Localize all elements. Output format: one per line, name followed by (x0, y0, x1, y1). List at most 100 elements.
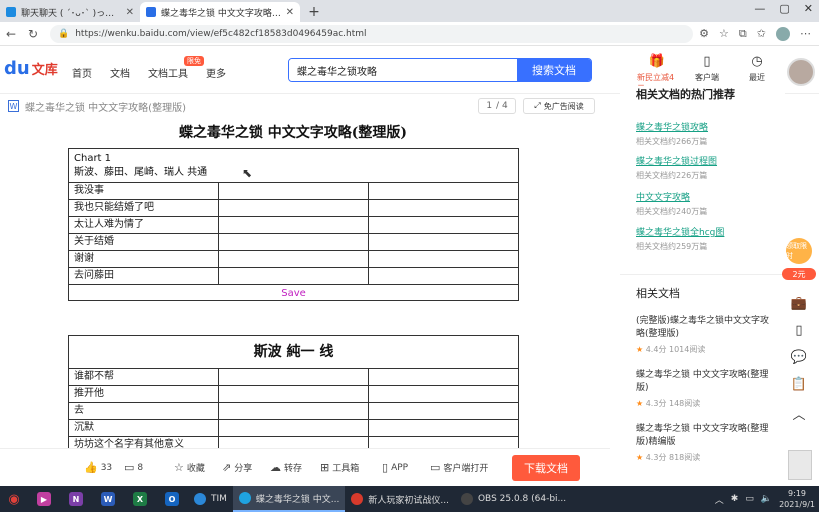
client-open-label: 客户端打开 (443, 464, 489, 474)
related-item[interactable]: 蝶之毒华之锁攻略 相关文档约266万篇 (636, 120, 708, 147)
like-button[interactable]: 👍 33 (84, 461, 112, 474)
related-link[interactable]: 蝶之毒华之锁过程图 (636, 154, 717, 167)
app-button[interactable]: ▯ APP (382, 461, 408, 474)
tab-close-icon[interactable]: ✕ (126, 7, 134, 18)
app-label: APP (391, 462, 409, 473)
taskbar-app-tim[interactable]: TIM (188, 486, 233, 512)
nav-doc-tools-label: 文档工具 (148, 69, 188, 80)
empty-cell (219, 183, 369, 199)
page-indicator[interactable]: 1 / 4 (478, 98, 516, 114)
collect-button[interactable]: ☆ 收藏 (174, 461, 205, 474)
favorites-bar-icon[interactable]: ✩ (757, 27, 766, 40)
share-button[interactable]: ⇗ 分享 (222, 461, 252, 474)
taskbar-app-label: 蝶之毒华之锁 中文... (255, 494, 340, 505)
client-button[interactable]: ▯ 客户端 (687, 54, 727, 83)
maximize-icon[interactable]: ▢ (779, 2, 789, 15)
monitor-icon: ▭ (430, 461, 441, 474)
clipboard-icon[interactable]: 📋 (791, 377, 807, 392)
favorite-star-icon[interactable]: ☆ (719, 27, 729, 40)
table-row: 推开他 (69, 386, 518, 403)
choice-cell: 谢谢 (69, 251, 219, 267)
search-button[interactable]: 搜索文档 (517, 59, 591, 81)
lock-icon: 🔒 (58, 28, 70, 39)
volume-icon[interactable]: 🔈 (761, 494, 772, 504)
refresh-icon[interactable]: ↻ (22, 27, 44, 41)
choice-cell: 沉默 (69, 420, 219, 436)
recent-button[interactable]: ◷ 最近 (737, 54, 777, 83)
page-thumbnail[interactable] (788, 450, 812, 480)
word-icon: W (101, 492, 115, 506)
wenku-logo[interactable]: du 文库 (4, 58, 58, 79)
save-to-pan-button[interactable]: ☁ 转存 (270, 461, 302, 474)
nav-home[interactable]: 首页 (72, 65, 92, 80)
tray-chevron-icon[interactable]: ︿ (715, 493, 724, 506)
card-title: 相关文档的热门推荐 (636, 88, 735, 100)
taskbar-app-obs[interactable]: OBS 25.0.8 (64-bi... (455, 486, 572, 512)
browser-tab-wenku[interactable]: 蝶之毒华之锁 中文文字攻略(整理… ✕ (140, 2, 300, 22)
related-doc-item[interactable]: (完整版)蝶之毒华之锁中文文字攻略(整理版) ★ 4.4分 1014阅读 (636, 315, 770, 356)
briefcase-icon[interactable]: 💼 (791, 296, 807, 311)
related-doc-item[interactable]: 蝶之毒华之锁 中文文字攻略(整理版) ★ 4.3分 148阅读 (636, 369, 770, 410)
taskbar-outlook-icon[interactable]: O (156, 486, 188, 512)
toolbox-icon: ⊞ (320, 461, 330, 474)
close-window-icon[interactable]: ✕ (804, 2, 813, 15)
document-viewer[interactable]: 蝶之毒华之锁 中文文字攻略(整理版) Chart 1 斯波、藤田、尾崎、瑞人 共… (0, 118, 610, 448)
search-input[interactable] (289, 59, 517, 81)
url-field[interactable]: 🔒 https://wenku.baidu.com/view/ef5c482cf… (50, 24, 694, 43)
download-button[interactable]: 下载文档 (512, 455, 580, 481)
star-icon: ★ (636, 345, 644, 354)
related-doc-item[interactable]: 蝶之毒华之锁 中文文字攻略(整理版)精编版 ★ 4.3分 818阅读 (636, 423, 770, 464)
edge-icon (238, 492, 251, 504)
toolbox-button[interactable]: ⊞ 工具箱 (320, 461, 359, 474)
nav-doc-tools[interactable]: 文档工具 限免 (148, 56, 204, 80)
taskbar-app-edge[interactable]: 蝶之毒华之锁 中文... (232, 486, 346, 512)
thumbs-up-icon: 👍 (84, 461, 98, 474)
doc-toolbar: 👍 33 ▭ 8 ☆ 收藏 ⇗ 分享 ☁ 转存 ⊞ 工具箱 ▯ APP ▭ 客户端打开 下载文档 (0, 448, 610, 486)
user-avatar[interactable] (787, 58, 815, 86)
taskbar-app-icon[interactable]: ▶ (28, 486, 60, 512)
save-link[interactable]: Save (69, 288, 518, 299)
obs-icon (460, 493, 473, 505)
doc-meta: ★ 4.4分 1014阅读 (636, 343, 770, 356)
related-link[interactable]: 中文文字攻略 (636, 190, 707, 203)
related-item[interactable]: 蝶之毒华之锁全hcg图 相关文档约259万篇 (636, 225, 724, 252)
taskbar-app-wps[interactable]: 新人玩家初试战仪... (345, 486, 455, 512)
related-link[interactable]: 蝶之毒华之锁全hcg图 (636, 225, 724, 238)
clock[interactable]: 9:19 2021/9/1 (779, 488, 815, 510)
chat-icon[interactable]: 💬 (791, 350, 807, 365)
start-icon[interactable]: ◉ (0, 486, 28, 512)
chevron-up-icon[interactable]: ︿ (792, 404, 805, 423)
promo-bubble: 领取限时 (786, 238, 812, 264)
tab-close-icon[interactable]: ✕ (286, 7, 294, 18)
collections-icon[interactable]: ⧉ (739, 27, 747, 41)
network-icon[interactable]: ▭ (745, 494, 754, 504)
more-menu-icon[interactable]: ⋯ (800, 27, 811, 40)
nav-docs[interactable]: 文档 (110, 65, 130, 80)
phone-icon[interactable]: ▯ (795, 323, 802, 338)
browser-tab-bilibili[interactable]: 聊天聊天 ( ´･ᴗ･` )っ□ 干杯~-bili… ✕ (0, 2, 140, 22)
empty-cell (369, 200, 518, 216)
table-row: 谢谢 (69, 251, 518, 268)
choice-cell: 去问藤田 (69, 268, 219, 284)
profile-avatar[interactable] (776, 26, 790, 41)
nav-more[interactable]: 更多 (206, 65, 226, 80)
ad-free-button[interactable]: ⤢ 免广告阅读 (523, 98, 595, 114)
comment-button[interactable]: ▭ 8 (124, 461, 143, 474)
tracking-icon[interactable]: ⚙ (699, 27, 709, 40)
bluetooth-icon[interactable]: ✱ (731, 494, 739, 504)
promo-badge[interactable]: 领取限时 2元 (778, 238, 818, 284)
taskbar-excel-icon[interactable]: X (124, 486, 156, 512)
taskbar-onenote-icon[interactable]: N (60, 486, 92, 512)
doc-rating: 4.3分 (645, 399, 667, 408)
minimize-icon[interactable]: — (754, 2, 765, 15)
client-open-button[interactable]: ▭ 客户端打开 (430, 461, 488, 474)
taskbar-word-icon[interactable]: W (92, 486, 124, 512)
empty-cell (219, 420, 369, 436)
new-tab-plus-icon[interactable]: + (304, 2, 324, 22)
site-nav: 首页 文档 文档工具 限免 更多 (72, 56, 226, 80)
related-link[interactable]: 蝶之毒华之锁攻略 (636, 120, 708, 133)
back-arrow-icon[interactable]: ← (0, 27, 22, 41)
related-item[interactable]: 中文文字攻略 相关文档约240万篇 (636, 190, 707, 217)
url-text: https://wenku.baidu.com/view/ef5c482cf18… (75, 28, 367, 39)
related-item[interactable]: 蝶之毒华之锁过程图 相关文档约226万篇 (636, 154, 717, 181)
